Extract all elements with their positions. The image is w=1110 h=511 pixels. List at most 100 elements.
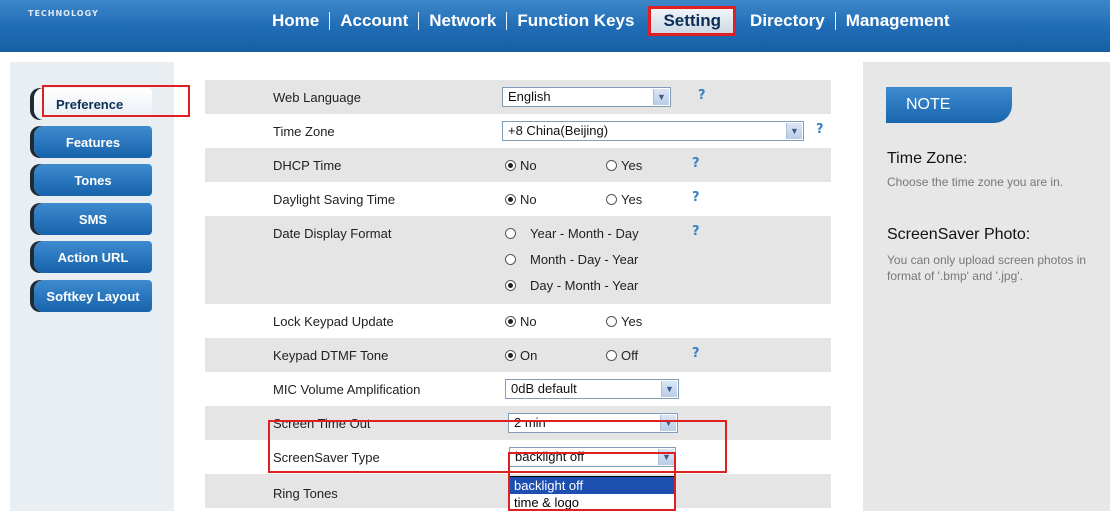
date-format-mdy-label: Month - Day - Year: [530, 252, 639, 267]
radio-icon: [505, 254, 516, 265]
screen-timeout-value: 2 min: [514, 415, 546, 430]
nav-account[interactable]: Account: [330, 11, 418, 31]
daylight-yes-radio[interactable]: Yes: [606, 192, 642, 207]
mic-volume-value: 0dB default: [511, 381, 577, 396]
dtmf-on-label: On: [520, 348, 538, 363]
logo-subtitle: TECHNOLOGY: [28, 9, 99, 18]
dhcp-time-row: DHCP Time No Yes ?: [205, 148, 831, 182]
date-format-ymd-label: Year - Month - Day: [530, 226, 639, 241]
date-format-mdy-radio[interactable]: Month - Day - Year: [505, 252, 638, 267]
note-badge: NOTE: [886, 87, 1012, 123]
date-format-ymd-radio[interactable]: Year - Month - Day: [505, 226, 639, 241]
note-text-time-zone: Choose the time zone you are in.: [887, 175, 1064, 189]
sidebar-item-action-url[interactable]: Action URL: [34, 241, 152, 273]
web-language-select[interactable]: English ▼: [502, 87, 671, 107]
dropdown-option-backlight-off[interactable]: backlight off: [510, 477, 675, 494]
screensaver-type-value: backlight off: [515, 449, 585, 464]
time-zone-select[interactable]: +8 China(Beijing) ▼: [502, 121, 804, 141]
web-language-row: Web Language English ▼ ?: [205, 80, 831, 114]
daylight-no-label: No: [520, 192, 537, 207]
daylight-yes-label: Yes: [621, 192, 643, 207]
nav-directory[interactable]: Directory: [740, 11, 835, 31]
chevron-down-icon: ▼: [653, 89, 669, 105]
daylight-no-radio[interactable]: No: [505, 192, 537, 207]
nav-setting[interactable]: Setting: [648, 6, 737, 36]
dhcp-time-yes-label: Yes: [621, 158, 643, 173]
sidebar-item-tones[interactable]: Tones: [34, 164, 152, 196]
nav-network[interactable]: Network: [419, 11, 506, 31]
note-panel: [863, 62, 1110, 511]
top-navigation-bar: TECHNOLOGY Home Account Network Function…: [0, 0, 1110, 52]
lock-keypad-no-label: No: [520, 314, 537, 329]
note-title-time-zone: Time Zone:: [887, 150, 968, 167]
main-nav: Home Account Network Function Keys Setti…: [262, 6, 960, 36]
chevron-down-icon: ▼: [661, 381, 677, 397]
screensaver-type-dropdown: backlight off time & logo: [509, 476, 676, 511]
nav-function-keys[interactable]: Function Keys: [507, 11, 644, 31]
screensaver-type-label: ScreenSaver Type: [273, 450, 380, 465]
radio-icon: [505, 228, 516, 239]
lock-keypad-label: Lock Keypad Update: [273, 314, 394, 329]
date-format-dmy-label: Day - Month - Year: [530, 278, 639, 293]
sidebar-item-features[interactable]: Features: [34, 126, 152, 158]
ring-tones-label: Ring Tones: [273, 486, 338, 501]
dhcp-time-yes-radio[interactable]: Yes: [606, 158, 642, 173]
lock-keypad-no-radio[interactable]: No: [505, 314, 537, 329]
radio-selected-icon: [505, 194, 516, 205]
chevron-down-icon: ▼: [660, 415, 676, 431]
web-language-label: Web Language: [273, 90, 361, 105]
sidebar-item-sms[interactable]: SMS: [34, 203, 152, 235]
screen-timeout-select[interactable]: 2 min ▼: [508, 413, 678, 433]
mic-volume-select[interactable]: 0dB default ▼: [505, 379, 679, 399]
daylight-saving-label: Daylight Saving Time: [273, 192, 396, 207]
lock-keypad-yes-label: Yes: [621, 314, 643, 329]
dtmf-on-radio[interactable]: On: [505, 348, 537, 363]
dtmf-off-radio[interactable]: Off: [606, 348, 638, 363]
mic-volume-row: MIC Volume Amplification 0dB default ▼: [205, 372, 831, 406]
dropdown-option-time-logo[interactable]: time & logo: [510, 494, 675, 511]
date-format-label: Date Display Format: [273, 226, 392, 241]
radio-selected-icon: [505, 280, 516, 291]
radio-icon: [606, 160, 617, 171]
preference-form: Web Language English ▼ ? Time Zone +8 Ch…: [205, 80, 831, 508]
help-icon[interactable]: ?: [692, 224, 700, 239]
radio-icon: [606, 194, 617, 205]
sidebar-item-preference[interactable]: Preference: [34, 88, 152, 120]
chevron-down-icon: ▼: [786, 123, 802, 139]
help-icon[interactable]: ?: [698, 88, 706, 103]
time-zone-value: +8 China(Beijing): [508, 123, 609, 138]
dhcp-time-label: DHCP Time: [273, 158, 342, 173]
daylight-saving-row: Daylight Saving Time No Yes ?: [205, 182, 831, 216]
dhcp-time-no-label: No: [520, 158, 537, 173]
nav-management[interactable]: Management: [836, 11, 960, 31]
lock-keypad-row: Lock Keypad Update No Yes: [205, 304, 831, 338]
screen-timeout-label: Screen Time Out: [273, 416, 371, 431]
help-icon[interactable]: ?: [816, 122, 824, 137]
note-text-screensaver-photo: You can only upload screen photos in for…: [887, 253, 1087, 283]
radio-icon: [606, 350, 617, 361]
lock-keypad-yes-radio[interactable]: Yes: [606, 314, 642, 329]
nav-home[interactable]: Home: [262, 11, 329, 31]
radio-selected-icon: [505, 350, 516, 361]
date-format-row: Date Display Format Year - Month - Day M…: [205, 216, 831, 304]
sidebar-item-softkey-layout[interactable]: Softkey Layout: [34, 280, 152, 312]
note-title-screensaver-photo: ScreenSaver Photo:: [887, 226, 1031, 243]
radio-selected-icon: [505, 160, 516, 171]
help-icon[interactable]: ?: [692, 346, 700, 361]
dhcp-time-no-radio[interactable]: No: [505, 158, 537, 173]
dtmf-tone-label: Keypad DTMF Tone: [273, 348, 389, 363]
time-zone-row: Time Zone +8 China(Beijing) ▼ ?: [205, 114, 831, 148]
dtmf-tone-row: Keypad DTMF Tone On Off ?: [205, 338, 831, 372]
help-icon[interactable]: ?: [692, 190, 700, 205]
screensaver-type-select[interactable]: backlight off ▼: [509, 447, 676, 467]
mic-volume-label: MIC Volume Amplification: [273, 382, 421, 397]
radio-icon: [606, 316, 617, 327]
radio-selected-icon: [505, 316, 516, 327]
chevron-down-icon: ▼: [658, 449, 674, 465]
time-zone-label: Time Zone: [273, 124, 335, 139]
date-format-dmy-radio[interactable]: Day - Month - Year: [505, 278, 638, 293]
help-icon[interactable]: ?: [692, 156, 700, 171]
dtmf-off-label: Off: [621, 348, 639, 363]
screen-timeout-row: Screen Time Out 2 min ▼: [205, 406, 831, 440]
web-language-value: English: [508, 89, 551, 104]
